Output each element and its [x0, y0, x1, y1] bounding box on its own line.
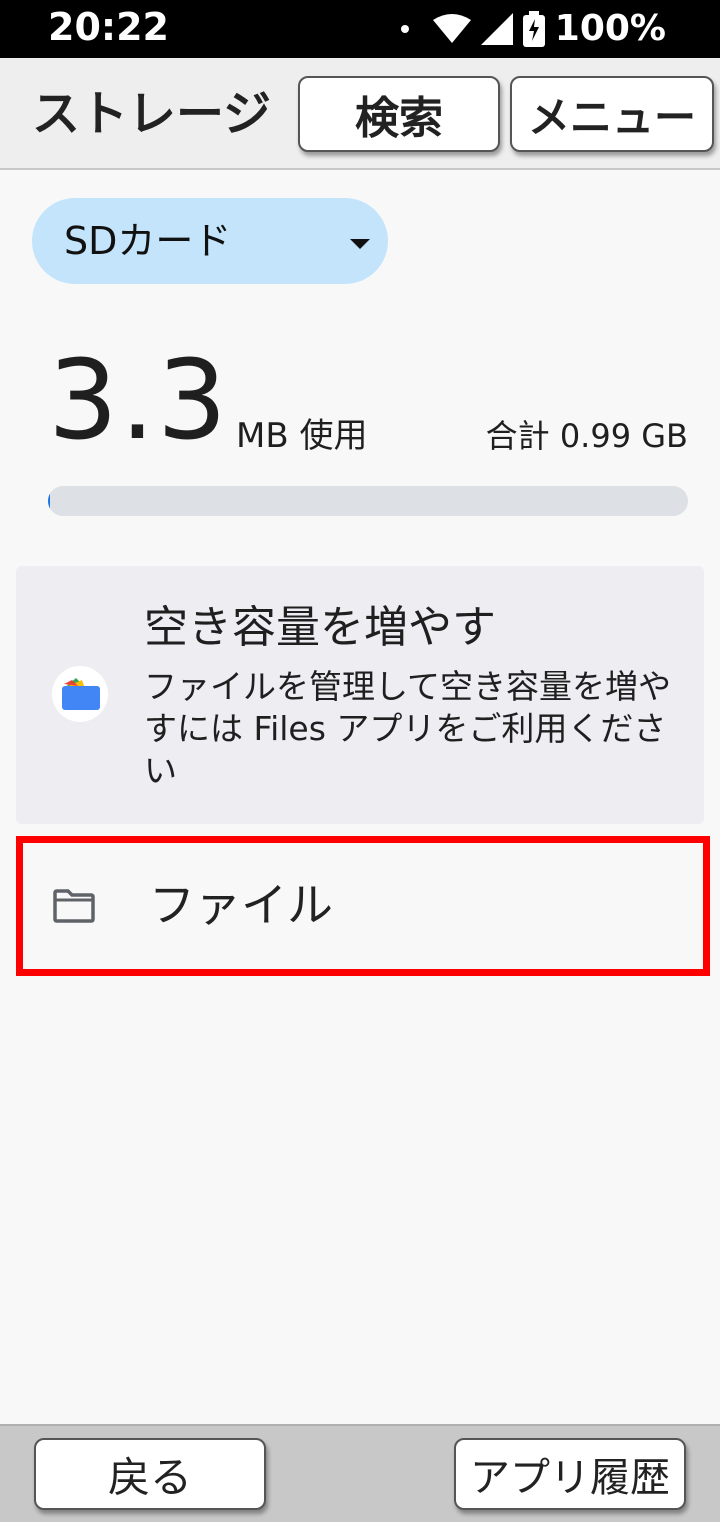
page-title: ストレージ: [32, 86, 272, 142]
storage-progress-fill: [48, 486, 51, 516]
signal-icon: [480, 13, 513, 45]
free-up-space-card[interactable]: 空き容量を増やす ファイルを管理して空き容量を増やすには Files アプリをご…: [16, 566, 704, 824]
dropdown-arrow-icon: [350, 239, 370, 249]
menu-button[interactable]: メニュー: [510, 76, 714, 152]
app-bar: ストレージ 検索 メニュー: [0, 58, 720, 170]
total-storage: 合計 0.99 GB: [485, 417, 688, 455]
files-label: ファイル: [149, 878, 333, 932]
bottom-navigation-bar: 戻る アプリ履歴: [0, 1424, 720, 1522]
battery-percentage: 100%: [554, 8, 666, 49]
battery-charging-icon: [522, 11, 545, 47]
wifi-icon: [432, 14, 471, 43]
storage-selector-dropdown[interactable]: SDカード: [32, 198, 388, 284]
used-storage-unit: MB 使用: [236, 416, 368, 456]
storage-selector-label: SDカード: [64, 219, 232, 263]
back-button[interactable]: 戻る: [34, 1438, 266, 1510]
files-list-item[interactable]: ファイル: [16, 836, 710, 976]
notification-dot-icon: [400, 25, 409, 33]
files-app-icon: [52, 666, 108, 722]
folder-icon: [53, 889, 95, 923]
used-storage-value: 3.3: [48, 336, 229, 464]
storage-progress-bar: [48, 486, 688, 516]
status-time: 20:22: [48, 5, 169, 49]
status-bar: 20:22 100%: [0, 0, 720, 58]
search-button[interactable]: 検索: [298, 76, 500, 152]
promo-description: ファイルを管理して空き容量を増やすには Files アプリをご利用ください: [144, 667, 672, 790]
app-history-button[interactable]: アプリ履歴: [454, 1438, 686, 1510]
promo-title: 空き容量を増やす: [144, 602, 496, 653]
status-icons: 100%: [400, 6, 666, 52]
